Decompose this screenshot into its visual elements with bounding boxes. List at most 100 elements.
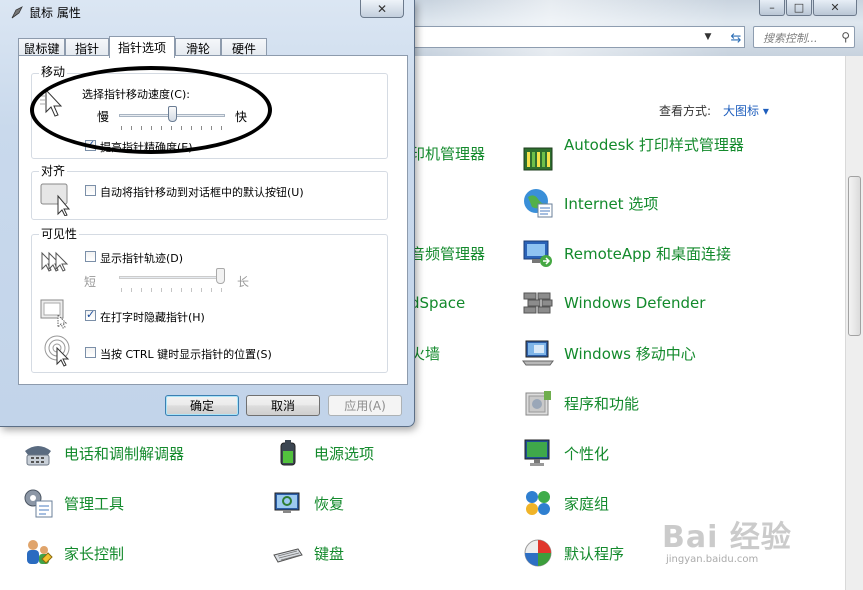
phone-modem-icon <box>25 446 51 466</box>
group-title: 可见性 <box>39 227 80 241</box>
refresh-icon[interactable]: ⇆ <box>726 28 746 48</box>
search-placeholder: 搜索控制... <box>763 32 818 45</box>
cp-item-remoteapp[interactable]: RemoteApp 和桌面连接 <box>522 235 731 271</box>
cp-item-printer-manager[interactable]: 印机管理器 <box>410 135 485 171</box>
remote-desktop-icon <box>523 240 552 267</box>
slider-tick <box>191 288 192 292</box>
cp-item-label: 音频管理器 <box>410 244 486 263</box>
snap-to-icon <box>40 183 71 216</box>
ctrl-locate-label: 当按 CTRL 键时显示指针的位置(S) <box>100 348 272 361</box>
cp-item-autodesk[interactable]: Autodesk 打印样式管理器 <box>522 136 754 180</box>
ok-button[interactable]: 确定 <box>165 395 239 416</box>
cp-item-personalization[interactable]: 个性化 <box>522 435 609 471</box>
apply-label: 应用(A) <box>344 399 386 413</box>
personalization-icon <box>524 439 550 466</box>
snap-label: 自动将指针移动到对话框中的默认按钮(U) <box>100 186 304 199</box>
cp-item-internet-options[interactable]: Internet 选项 <box>522 185 658 221</box>
printer-style-icon <box>523 147 553 171</box>
long-label: 长 <box>237 275 250 289</box>
hide-while-typing-checkbox[interactable] <box>85 308 96 321</box>
tab-pointer-options[interactable]: 指针选项 <box>109 36 175 58</box>
tab-label: 硬件 <box>231 41 256 56</box>
cp-item-homegroup[interactable]: 家庭组 <box>522 485 609 521</box>
cp-item-programs[interactable]: 程序和功能 <box>522 385 639 421</box>
trails-slider-thumb[interactable] <box>216 268 225 284</box>
group-visibility: 可见性 显示指针轨迹(D) 短 长 在打字时隐藏指针(H) 当按 CTRL 键 <box>31 227 388 373</box>
mobility-center-icon <box>522 340 554 366</box>
ok-label: 确定 <box>189 399 214 413</box>
minimize-button[interactable]: – <box>759 0 785 16</box>
dialog-titlebar: 鼠标 属性 <box>10 4 81 21</box>
cp-item-parental-controls[interactable]: 家长控制 <box>22 535 124 571</box>
cp-item-label: dSpace <box>410 294 466 312</box>
slider-tick <box>201 288 202 292</box>
close-icon: ✕ <box>376 1 388 16</box>
group-title: 对齐 <box>39 164 68 178</box>
trails-checkbox[interactable] <box>85 251 96 262</box>
cp-item-windows-defender[interactable]: Windows Defender <box>522 285 705 321</box>
mouse-icon <box>11 5 23 18</box>
watermark-brand: Bai 经验 <box>662 520 792 555</box>
dialog-title: 鼠标 属性 <box>29 6 81 20</box>
view-by: 查看方式: 大图标 ▾ <box>659 102 769 119</box>
cp-item-admin-tools[interactable]: 管理工具 <box>22 485 124 521</box>
vertical-scrollbar[interactable] <box>845 56 863 590</box>
ctrl-locate-icon <box>44 335 70 367</box>
snap-checkbox[interactable] <box>85 185 96 196</box>
cp-item-label: 家长控制 <box>64 544 125 563</box>
close-button[interactable]: ✕ <box>813 0 857 16</box>
trails-label: 显示指针轨迹(D) <box>100 252 184 265</box>
slider-tick <box>161 288 162 292</box>
cp-item-power-options[interactable]: 电源选项 <box>272 435 374 471</box>
cp-item-label: Windows 移动中心 <box>564 344 696 363</box>
default-programs-icon <box>524 539 552 567</box>
cp-item-keyboard[interactable]: 键盘 <box>272 535 344 571</box>
short-label: 短 <box>84 275 97 289</box>
homegroup-icon <box>526 491 550 515</box>
cp-item-label: 家庭组 <box>564 494 610 513</box>
cancel-label: 取消 <box>270 399 295 413</box>
cp-item-audio-manager[interactable]: 音频管理器 <box>410 235 485 271</box>
cp-item-label: Autodesk 打印样式管理器 <box>564 136 744 154</box>
cp-item-label: 恢复 <box>314 494 345 513</box>
cp-item-mobility-center[interactable]: Windows 移动中心 <box>522 335 696 371</box>
dialog-close-button[interactable]: ✕ <box>360 0 404 18</box>
cp-item-label: Internet 选项 <box>564 194 659 213</box>
cp-item-default-programs[interactable]: 默认程序 <box>522 535 624 571</box>
tab-label: 指针 <box>74 41 99 56</box>
keyboard-icon <box>273 548 303 563</box>
pointer-trails-icon <box>41 251 69 272</box>
globe-icon <box>524 189 553 218</box>
view-by-dropdown[interactable]: 大图标 ▾ <box>723 102 769 119</box>
mouse-properties-dialog: 鼠标 属性 ✕ 鼠标键 指针 指针选项 滑轮 硬件 移动 选择指针移动速度(C)… <box>0 0 415 427</box>
group-title: 移动 <box>39 65 68 79</box>
cp-item-dspace[interactable]: dSpace <box>410 285 465 321</box>
slider-tick <box>151 288 152 292</box>
maximize-button[interactable]: □ <box>786 0 812 16</box>
cp-item-label: 程序和功能 <box>564 394 640 413</box>
cp-item-phone-modem[interactable]: 电话和调制解调器 <box>22 435 184 471</box>
ctrl-locate-checkbox[interactable] <box>85 347 96 358</box>
hide-pointer-icon <box>40 299 68 329</box>
defender-wall-icon <box>523 292 553 314</box>
cp-item-label: 键盘 <box>314 544 345 563</box>
view-by-label: 查看方式: <box>659 104 712 118</box>
cp-item-label: 个性化 <box>564 444 610 463</box>
window-caption-buttons: – □ ✕ <box>759 0 857 16</box>
apply-button[interactable]: 应用(A) <box>328 395 402 416</box>
power-options-icon <box>280 440 296 466</box>
search-icon[interactable]: ⚲ <box>841 30 850 44</box>
address-dropdown-icon[interactable]: ▼ <box>700 29 716 45</box>
search-input[interactable]: 搜索控制... ⚲ <box>753 26 855 48</box>
cancel-button[interactable]: 取消 <box>246 395 320 416</box>
cp-item-label: 默认程序 <box>564 544 625 563</box>
cp-item-label: RemoteApp 和桌面连接 <box>564 244 731 263</box>
watermark-url: jingyan.baidu.com <box>666 554 759 565</box>
admin-tools-icon <box>24 489 53 518</box>
group-snap-to: 对齐 自动将指针移动到对话框中的默认按钮(U) <box>31 164 388 220</box>
cp-item-label: Windows Defender <box>564 294 706 312</box>
trails-slider[interactable] <box>119 276 225 279</box>
annotation-ellipse <box>30 66 272 154</box>
cp-item-recovery[interactable]: 恢复 <box>272 485 344 521</box>
scrollbar-thumb[interactable] <box>848 176 861 336</box>
